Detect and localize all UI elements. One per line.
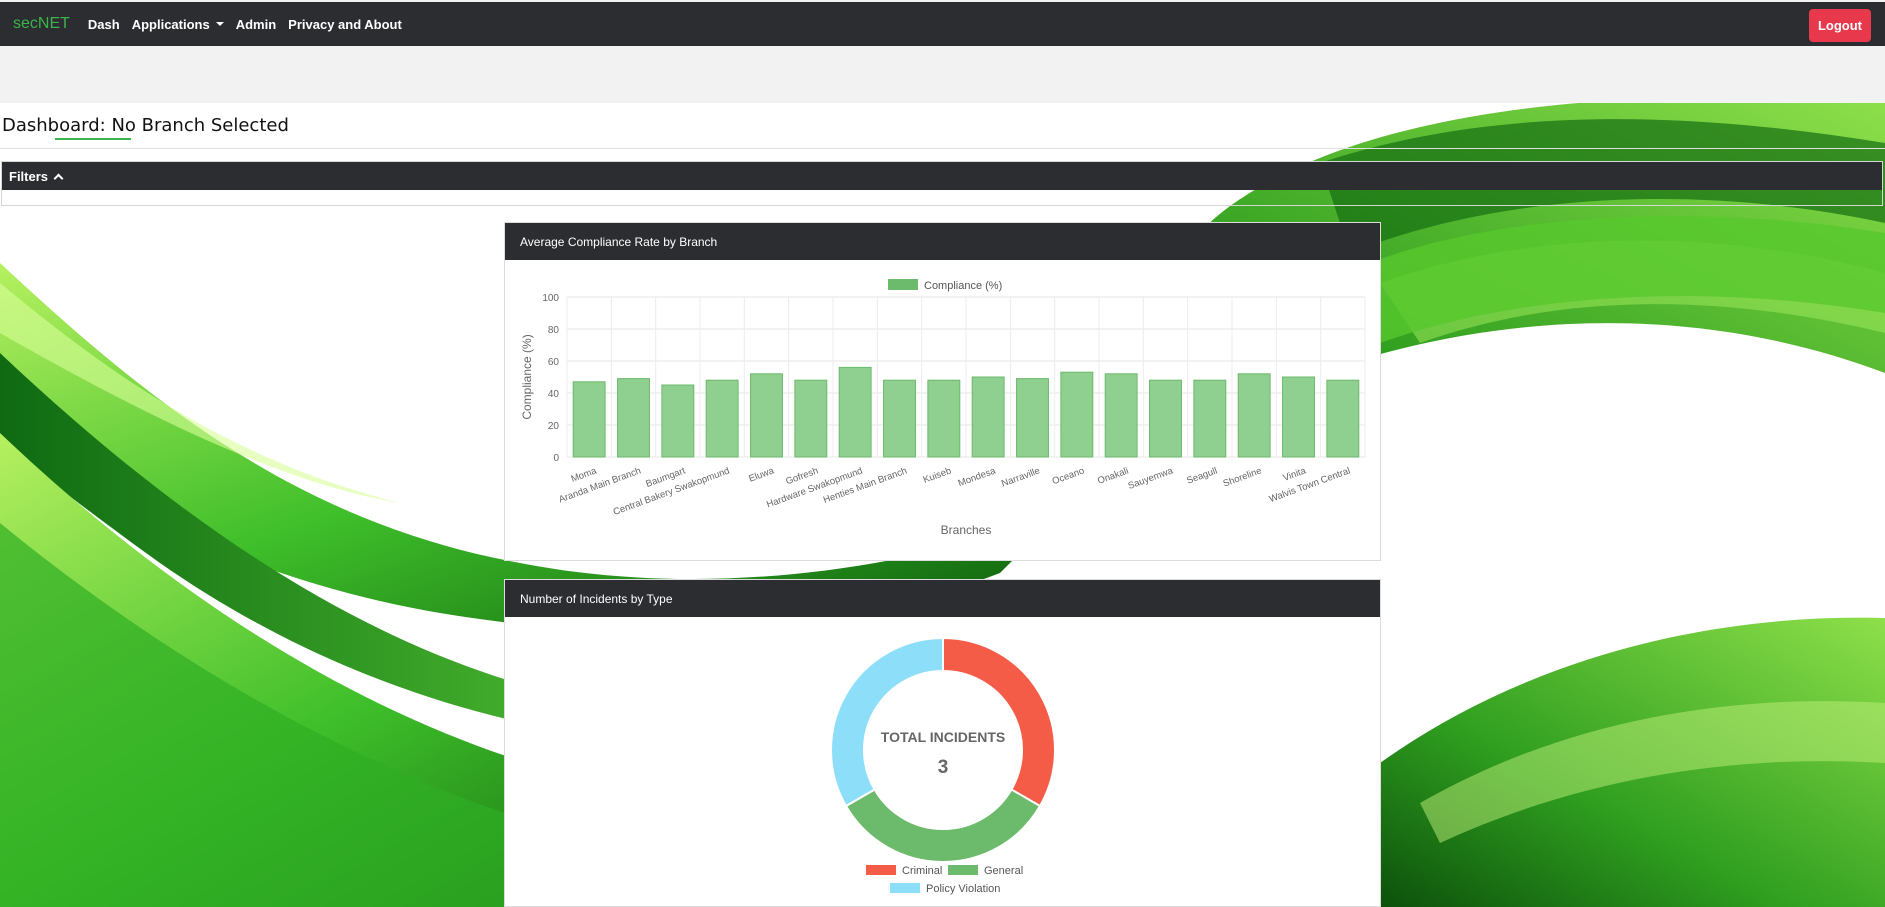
legend-swatch bbox=[890, 883, 920, 893]
y-tick-label: 60 bbox=[548, 357, 560, 368]
page-title: Dashboard: No Branch Selected bbox=[2, 115, 289, 136]
chevron-up-icon bbox=[53, 173, 64, 183]
doughnut-slice bbox=[844, 788, 1042, 863]
x-tick-label: Seagull bbox=[1185, 465, 1219, 486]
filters-panel: Filters bbox=[1, 161, 1883, 206]
bar bbox=[794, 379, 828, 458]
bar bbox=[1016, 378, 1049, 458]
bar bbox=[572, 381, 606, 458]
top-navbar: secNET Dash Applications Admin Privacy a… bbox=[0, 0, 1885, 46]
bar bbox=[838, 366, 872, 458]
y-tick-label: 20 bbox=[548, 421, 560, 432]
legend-swatch bbox=[866, 865, 896, 875]
x-tick-label: Narraville bbox=[1000, 465, 1041, 489]
legend-swatch bbox=[888, 279, 918, 290]
bar bbox=[1282, 376, 1315, 458]
doughnut-slice bbox=[830, 636, 944, 808]
x-tick-label: Eluwa bbox=[747, 465, 776, 484]
x-tick-label: Kuiseb bbox=[922, 465, 953, 485]
bar bbox=[617, 378, 650, 458]
x-tick-label: Shoreline bbox=[1222, 465, 1263, 489]
bar bbox=[883, 379, 916, 458]
legend-label: Criminal bbox=[902, 865, 942, 877]
incidents-card-header: Number of Incidents by Type bbox=[505, 580, 1380, 617]
bar bbox=[1326, 379, 1360, 458]
legend-swatch bbox=[948, 865, 978, 875]
compliance-card-header: Average Compliance Rate by Branch bbox=[505, 223, 1380, 260]
total-incidents-value: 3 bbox=[938, 757, 949, 778]
bar bbox=[1104, 373, 1138, 458]
legend-label: Compliance (%) bbox=[924, 280, 1002, 292]
x-tick-label: Sauyemwa bbox=[1127, 465, 1176, 492]
page-title-bar: Dashboard: No Branch Selected bbox=[0, 103, 1885, 149]
nav-dash[interactable]: Dash bbox=[88, 17, 120, 32]
incidents-card: Number of Incidents by Type TOTAL INCIDE… bbox=[504, 579, 1381, 907]
y-tick-label: 0 bbox=[553, 453, 559, 464]
legend-label: Policy Violation bbox=[926, 883, 1000, 895]
x-tick-label: Walvis Town Central bbox=[1268, 465, 1352, 505]
bar bbox=[750, 373, 783, 458]
bar bbox=[1237, 373, 1271, 458]
incidents-doughnut-chart: TOTAL INCIDENTS 3 Criminal General Policy Vi… bbox=[830, 636, 1056, 895]
header-spacer bbox=[0, 46, 1885, 103]
title-underline bbox=[55, 138, 131, 140]
y-tick-label: 40 bbox=[548, 389, 560, 400]
brand-logo[interactable]: secNET bbox=[13, 15, 70, 33]
chevron-down-icon bbox=[215, 22, 224, 26]
compliance-bar-chart: Compliance (%)020406080100MomaAranda Mai… bbox=[520, 279, 1366, 537]
legend-label: General bbox=[984, 865, 1023, 877]
x-tick-label: Oceano bbox=[1051, 465, 1086, 487]
x-tick-label: Mondesa bbox=[957, 465, 998, 489]
bar bbox=[661, 384, 695, 458]
y-tick-label: 80 bbox=[548, 325, 560, 336]
nav-admin[interactable]: Admin bbox=[236, 17, 276, 32]
filters-label: Filters bbox=[9, 168, 49, 184]
x-axis-title: Branches bbox=[941, 523, 992, 537]
bar bbox=[705, 379, 739, 458]
bar bbox=[1149, 379, 1182, 458]
bar bbox=[971, 376, 1005, 458]
bar bbox=[1193, 379, 1227, 458]
bar bbox=[927, 379, 961, 458]
doughnut-slice bbox=[942, 636, 1056, 808]
bar bbox=[1060, 371, 1094, 458]
total-incidents-label: TOTAL INCIDENTS bbox=[881, 729, 1005, 745]
x-tick-label: Onakali bbox=[1096, 465, 1130, 486]
x-tick-label: Aranda Main Branch bbox=[557, 465, 642, 505]
y-tick-label: 100 bbox=[542, 293, 559, 304]
nav-privacy-about[interactable]: Privacy and About bbox=[288, 17, 402, 32]
nav-applications[interactable]: Applications bbox=[132, 17, 224, 32]
compliance-card: Average Compliance Rate by Branch Compli… bbox=[504, 222, 1381, 561]
nav-applications-label: Applications bbox=[131, 16, 210, 32]
logout-button[interactable]: Logout bbox=[1808, 9, 1871, 42]
filters-toggle[interactable]: Filters bbox=[2, 162, 1882, 190]
y-axis-title: Compliance (%) bbox=[520, 334, 534, 419]
